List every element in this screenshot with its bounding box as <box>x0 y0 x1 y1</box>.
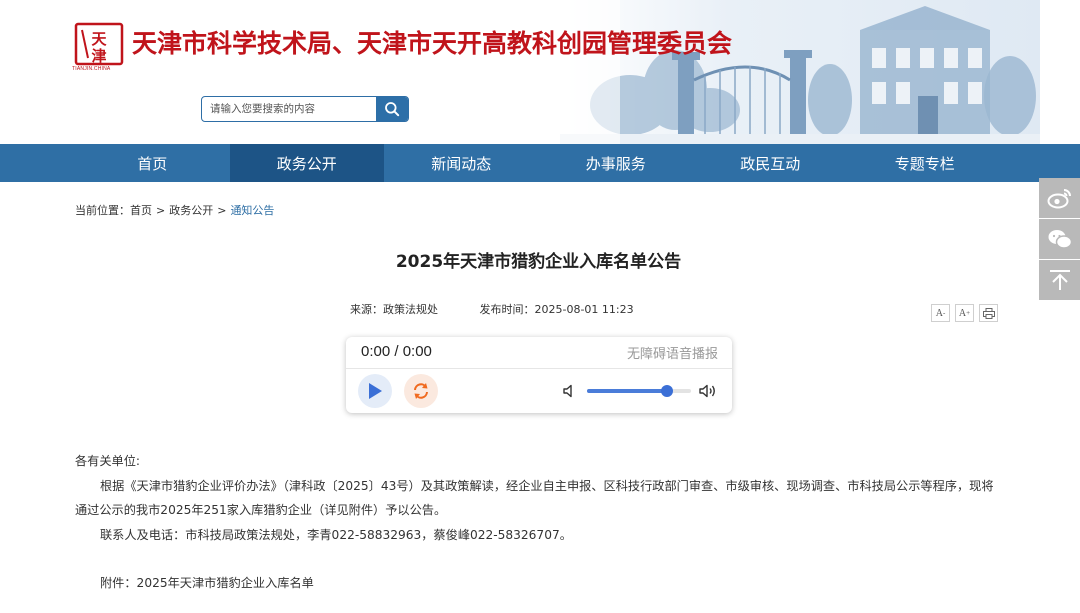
player-time-display: 0:00 / 0:00 <box>361 343 432 360</box>
breadcrumb-separator: > <box>156 204 166 217</box>
breadcrumb: 当前位置：首页 > 政务公开 > 通知公告 <box>75 202 274 218</box>
player-divider <box>346 368 732 369</box>
site-header: 天 津 TIANJIN.CHINA 天津市科学技术局、天津市天开高教科创园管理委… <box>0 0 1080 144</box>
search-button[interactable] <box>376 97 408 121</box>
header-building-illustration <box>560 0 1040 144</box>
volume-low-icon[interactable] <box>562 383 578 399</box>
volume-slider-handle[interactable] <box>661 385 674 397</box>
weibo-icon <box>1047 189 1071 209</box>
play-button[interactable] <box>358 374 392 408</box>
nav-item-government-affairs[interactable]: 政务公开 <box>229 144 384 182</box>
wechat-icon <box>1048 230 1072 249</box>
play-icon <box>369 383 382 399</box>
article-source: 来源：政策法规处 <box>350 303 438 316</box>
article-paragraph: 根据《天津市猎豹企业评价办法》（津科政〔2025〕43号）及其政策解读，经企业自… <box>75 478 994 518</box>
breadcrumb-separator: > <box>217 204 227 217</box>
nav-item-special-topics[interactable]: 专题专栏 <box>848 144 1003 182</box>
accessibility-audio-label[interactable]: 无障碍语音播报 <box>627 343 718 362</box>
floating-share-bar <box>1039 178 1080 301</box>
nav-item-home[interactable]: 首页 <box>75 144 230 182</box>
weibo-share-button[interactable] <box>1039 178 1080 218</box>
loop-button[interactable] <box>404 374 438 408</box>
volume-slider[interactable] <box>587 385 691 397</box>
nav-item-interaction[interactable]: 政民互动 <box>693 144 848 182</box>
refresh-icon <box>414 383 428 399</box>
main-nav: 首页 政务公开 新闻动态 办事服务 政民互动 专题专栏 <box>0 144 1080 182</box>
volume-slider-fill <box>587 389 668 393</box>
search-input[interactable] <box>202 97 377 121</box>
breadcrumb-notices[interactable]: 通知公告 <box>230 204 274 217</box>
article-meta: 来源：政策法规处 发布时间：2025-08-01 11:23 <box>350 301 634 317</box>
nav-item-news[interactable]: 新闻动态 <box>384 144 539 182</box>
site-title: 天津市科学技术局、天津市天开高教科创园管理委员会 <box>132 29 733 58</box>
svg-text:津: 津 <box>91 47 106 65</box>
article-attachment[interactable]: 附件：2025年天津市猎豹企业入库名单 <box>75 571 1005 596</box>
nav-item-services[interactable]: 办事服务 <box>539 144 694 182</box>
breadcrumb-government-affairs[interactable]: 政务公开 <box>169 204 213 217</box>
article-salutation: 各有关单位: <box>75 454 141 468</box>
audio-player: 0:00 / 0:00 无障碍语音播报 <box>346 337 732 413</box>
print-icon <box>982 307 995 319</box>
breadcrumb-prefix: 当前位置： <box>75 204 130 217</box>
article-contact: 联系人及电话：市科技局政策法规处，李青022-58832963，蔡俊峰022-5… <box>100 527 572 542</box>
search-icon <box>385 102 400 117</box>
volume-high-icon[interactable] <box>698 383 718 399</box>
article-tools: A- A + <box>931 304 998 322</box>
font-increase-button[interactable]: A + <box>955 304 974 322</box>
back-to-top-button[interactable] <box>1039 260 1080 300</box>
svg-text:天: 天 <box>91 30 107 48</box>
article-body: 各有关单位: 根据《天津市猎豹企业评价办法》（津科政〔2025〕43号）及其政策… <box>75 449 1005 596</box>
print-button[interactable] <box>979 304 998 322</box>
logo-subtext: TIANJIN.CHINA <box>72 66 111 72</box>
search-box <box>201 96 409 122</box>
article-publish-time: 发布时间：2025-08-01 11:23 <box>479 303 634 316</box>
breadcrumb-home[interactable]: 首页 <box>130 204 152 217</box>
font-decrease-button[interactable]: A- <box>931 304 950 322</box>
wechat-share-button[interactable] <box>1039 219 1080 259</box>
back-to-top-icon <box>1049 270 1070 290</box>
article-title: 2025年天津市猎豹企业入库名单公告 <box>395 252 682 272</box>
